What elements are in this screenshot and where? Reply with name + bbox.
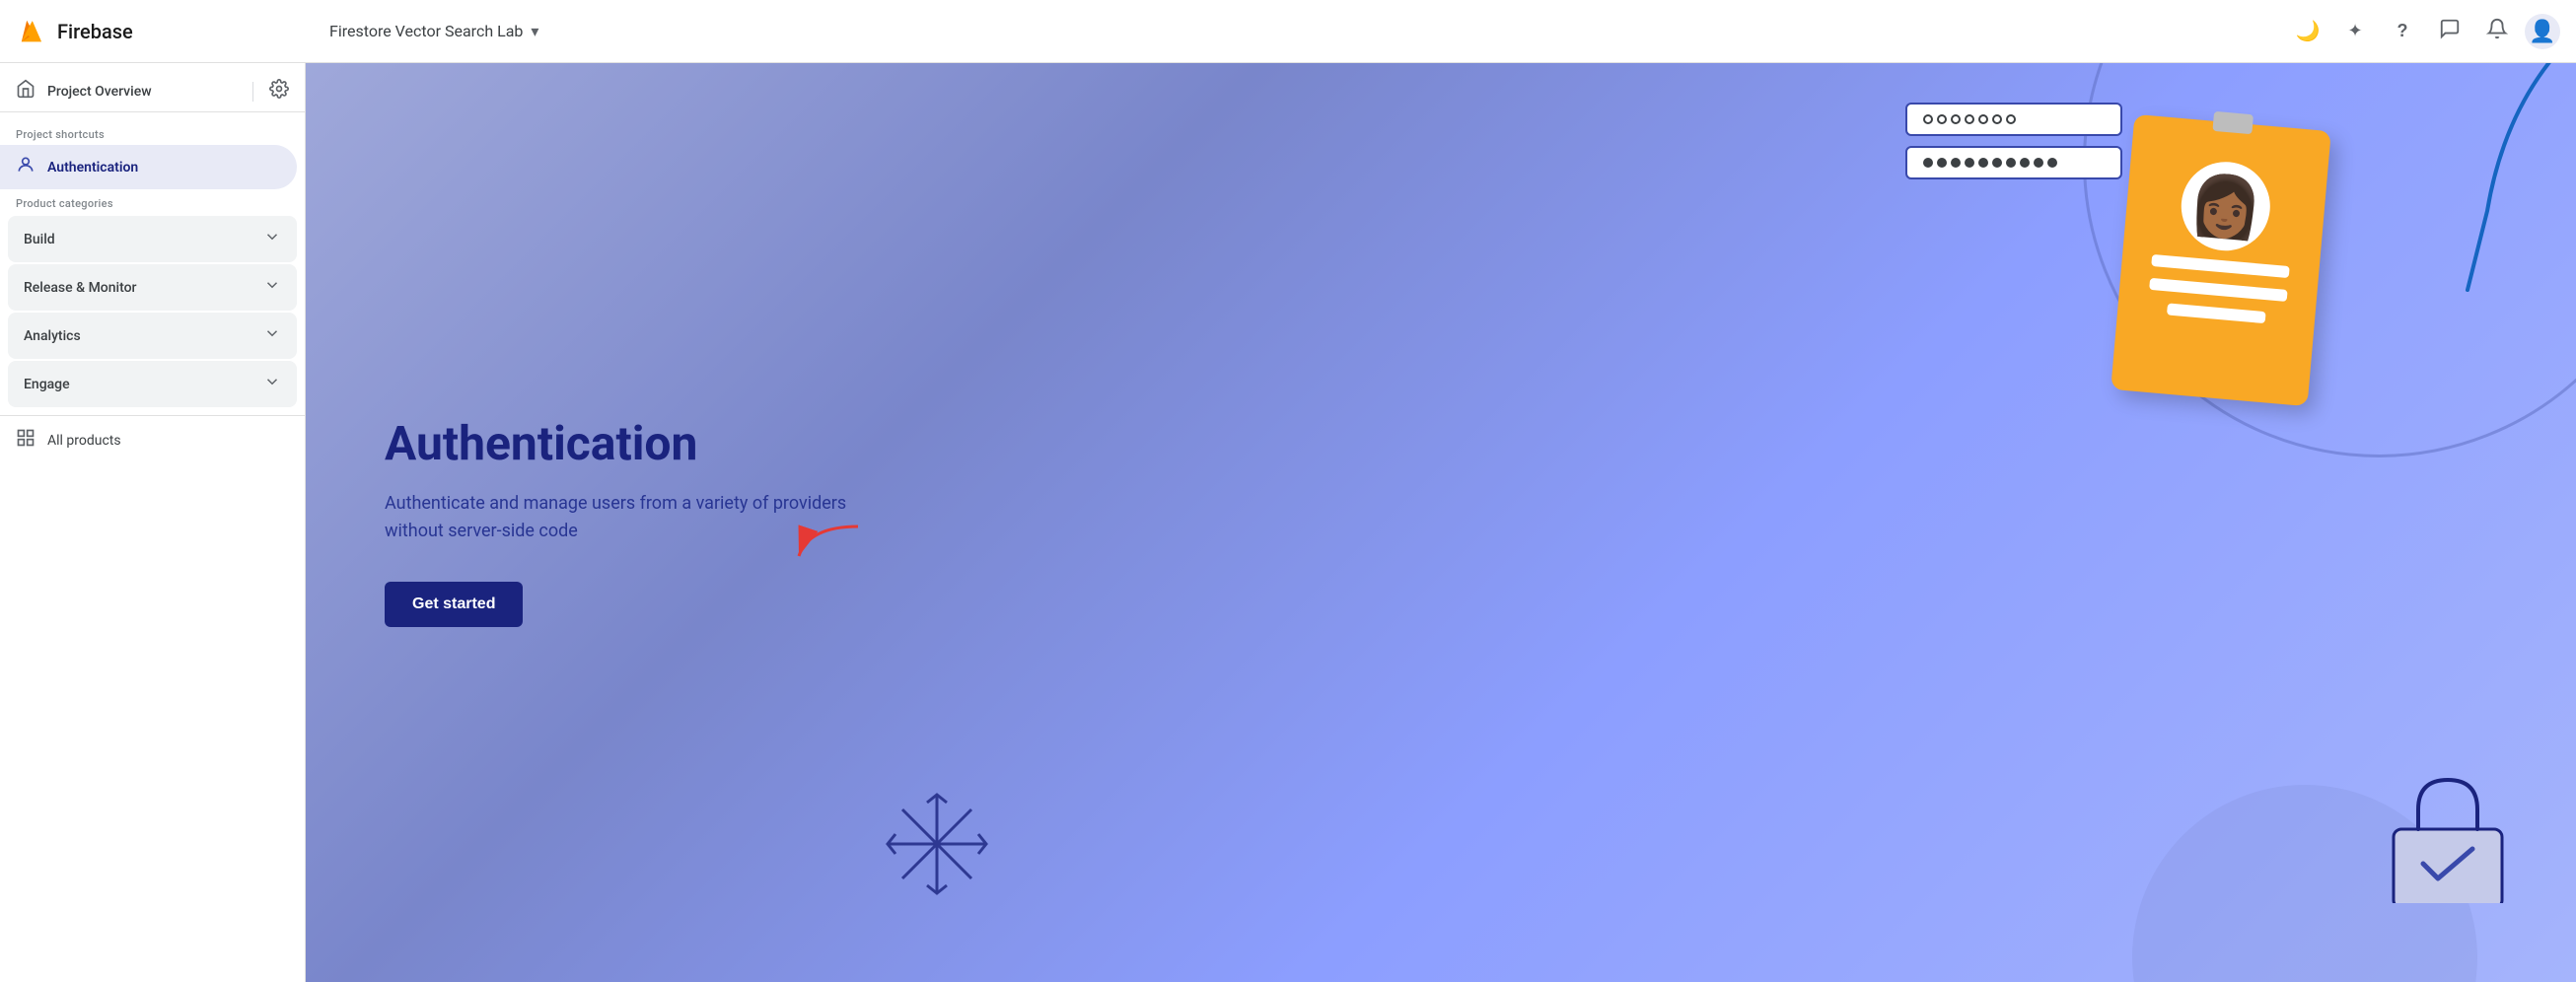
user-avatar[interactable]: 👤 — [2525, 14, 2560, 49]
dark-mode-button[interactable]: 🌙 — [2288, 12, 2327, 51]
vertical-divider — [252, 82, 253, 102]
sidebar-item-all-products[interactable]: All products — [0, 415, 305, 464]
engage-label: Engage — [24, 377, 70, 392]
bell-icon — [2486, 18, 2508, 45]
project-overview-label: Project Overview — [47, 84, 237, 100]
dot — [2047, 158, 2057, 168]
grid-icon — [16, 428, 36, 453]
chat-icon — [2439, 18, 2461, 45]
sidebar: Project Overview Project shortcuts Authe… — [0, 63, 306, 982]
engage-chevron-icon — [263, 373, 281, 395]
dot — [2034, 158, 2043, 168]
project-name: Firestore Vector Search Lab — [329, 22, 523, 40]
id-card-avatar: 👩🏾 — [2178, 158, 2274, 254]
release-monitor-chevron-icon — [263, 276, 281, 299]
password-fields-illustration — [1905, 103, 2122, 189]
dot — [2006, 158, 2016, 168]
product-categories-label: Product categories — [0, 189, 305, 214]
dot — [1978, 114, 1988, 124]
topbar-actions: 🌙 ✦ ? 👤 — [2288, 12, 2560, 51]
red-arrow-icon — [789, 517, 868, 566]
star-decoration-icon — [878, 785, 996, 903]
sidebar-item-authentication[interactable]: Authentication — [0, 145, 297, 189]
help-icon: ? — [2397, 21, 2408, 41]
dot — [1937, 158, 1947, 168]
sparkle-icon: ✦ — [2347, 21, 2362, 41]
id-card-illustration: 👩🏾 — [2111, 114, 2331, 406]
main-content: Authentication Authenticate and manage u… — [306, 63, 2576, 982]
firebase-logo-icon — [16, 16, 47, 47]
sidebar-item-analytics[interactable]: Analytics — [8, 313, 297, 359]
project-chevron-icon: ▾ — [531, 22, 538, 40]
build-label: Build — [24, 232, 55, 247]
sidebar-item-build[interactable]: Build — [8, 216, 297, 262]
dot — [1965, 158, 1974, 168]
chat-button[interactable] — [2430, 12, 2469, 51]
build-chevron-icon — [263, 228, 281, 250]
lock-icon — [2379, 765, 2517, 903]
ai-button[interactable]: ✦ — [2335, 12, 2375, 51]
dot — [2020, 158, 2030, 168]
home-icon — [16, 79, 36, 104]
get-started-button[interactable]: Get started — [385, 582, 523, 627]
topbar-middle: Firestore Vector Search Lab ▾ — [322, 22, 2288, 40]
all-products-label: All products — [47, 433, 121, 449]
project-shortcuts-label: Project shortcuts — [0, 120, 305, 145]
notifications-button[interactable] — [2477, 12, 2517, 51]
id-card-avatar-icon: 👩🏾 — [2185, 169, 2265, 245]
dot — [1965, 114, 1974, 124]
analytics-chevron-icon — [263, 324, 281, 347]
settings-icon[interactable] — [269, 79, 289, 104]
dot — [1937, 114, 1947, 124]
hero-section: Authentication Authenticate and manage u… — [306, 63, 2576, 982]
password-dots-1 — [1923, 114, 2016, 124]
project-overview-row[interactable]: Project Overview — [0, 71, 305, 112]
dot — [2006, 114, 2016, 124]
dot — [1923, 158, 1933, 168]
blue-curve-icon — [2310, 63, 2576, 310]
dot — [1951, 158, 1961, 168]
project-selector[interactable]: Firestore Vector Search Lab ▾ — [329, 22, 538, 40]
topbar: Firebase Firestore Vector Search Lab ▾ 🌙… — [0, 0, 2576, 63]
dark-mode-icon: 🌙 — [2296, 19, 2321, 43]
dot — [1992, 114, 2002, 124]
authentication-label: Authentication — [47, 160, 138, 175]
release-monitor-label: Release & Monitor — [24, 280, 137, 296]
hero-title: Authentication — [385, 418, 897, 470]
logo-area: Firebase — [16, 16, 322, 47]
dot — [1978, 158, 1988, 168]
dot — [1992, 158, 2002, 168]
password-dots-2 — [1923, 158, 2057, 168]
dot — [1923, 114, 1933, 124]
dot — [1951, 114, 1961, 124]
avatar-icon: 👤 — [2529, 19, 2555, 44]
analytics-label: Analytics — [24, 328, 81, 344]
lock-illustration — [2379, 765, 2517, 903]
id-card-hook — [2212, 111, 2254, 134]
main-layout: Project Overview Project shortcuts Authe… — [0, 63, 2576, 982]
sidebar-item-engage[interactable]: Engage — [8, 361, 297, 407]
app-name: Firebase — [57, 20, 133, 43]
get-started-label: Get started — [412, 596, 495, 613]
sidebar-item-release-monitor[interactable]: Release & Monitor — [8, 264, 297, 311]
id-card-line-2 — [2149, 278, 2288, 302]
password-field-1 — [1905, 103, 2122, 136]
help-button[interactable]: ? — [2383, 12, 2422, 51]
password-field-2 — [1905, 146, 2122, 179]
authentication-icon — [16, 155, 36, 179]
id-card-line-3 — [2167, 303, 2266, 323]
id-card-line-1 — [2151, 254, 2290, 278]
